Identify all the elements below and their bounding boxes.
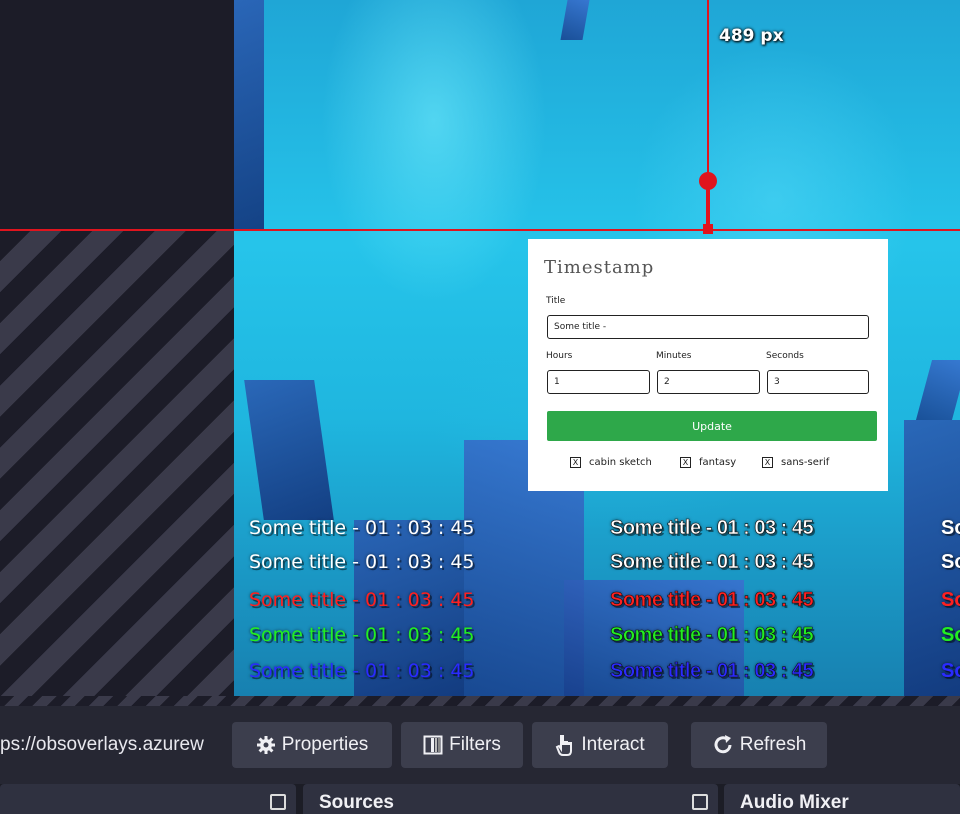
interact-button[interactable]: Interact — [532, 722, 668, 768]
properties-label: Properties — [281, 734, 369, 755]
checkbox-icon[interactable]: X — [680, 457, 691, 468]
sources-dock[interactable]: Sources — [303, 784, 718, 814]
bounding-box-handle[interactable] — [703, 224, 713, 234]
overlay-timestamp-text: Some title - 01 : 03 : 45 — [610, 517, 814, 540]
panel-title: Timestamp — [544, 257, 655, 278]
minutes-input[interactable]: 2 — [657, 370, 760, 394]
filter-icon — [423, 735, 443, 755]
preview-out-of-bounds — [0, 230, 234, 696]
source-url: ps://obsoverlays.azurew — [0, 734, 204, 755]
font-checkbox-sans-serif[interactable]: X sans-serif — [762, 457, 829, 468]
hand-pointer-icon — [555, 734, 575, 756]
minutes-input-value: 2 — [664, 377, 670, 387]
title-input-value: Some title - — [554, 322, 607, 332]
overlay-timestamp-text: Some title - 01 : 03 : 45 — [610, 660, 814, 683]
timestamp-panel: Timestamp Title Some title - Hours Minut… — [528, 239, 888, 491]
interact-label: Interact — [581, 734, 645, 755]
overlay-timestamp-text: So — [941, 589, 960, 611]
filters-label: Filters — [449, 734, 501, 755]
scene-ice — [560, 0, 590, 40]
overlay-timestamp-text: Some title - 01 : 03 : 45 — [249, 660, 475, 682]
overlay-timestamp-text: Some title - 01 : 03 : 45 — [249, 589, 475, 611]
overlay-timestamp-text: So — [941, 551, 960, 573]
transform-handle[interactable] — [699, 172, 717, 190]
update-button[interactable]: Update — [547, 411, 877, 441]
preview-out-of-bounds-bottom — [0, 696, 960, 706]
distance-label: 489 px — [719, 26, 784, 46]
title-label: Title — [546, 296, 566, 306]
overlay-timestamp-text: Some title - 01 : 03 : 45 — [610, 589, 814, 612]
checkbox-label: fantasy — [699, 457, 737, 468]
audio-mixer-dock-title: Audio Mixer — [740, 792, 849, 813]
overlay-timestamp-text: Some title - 01 : 03 : 45 — [249, 517, 475, 539]
hours-label: Hours — [546, 351, 573, 361]
refresh-button[interactable]: Refresh — [691, 722, 827, 768]
preview-background — [0, 0, 234, 230]
font-checkbox-fantasy[interactable]: X fantasy — [680, 457, 736, 468]
overlay-timestamp-text: Some title - 01 : 03 : 45 — [249, 624, 475, 646]
font-checkbox-cabin-sketch[interactable]: X cabin sketch — [570, 457, 652, 468]
hours-input-value: 1 — [554, 377, 560, 387]
overlay-timestamp-text: Some title - 01 : 03 : 45 — [610, 551, 814, 574]
scene-rock — [244, 380, 334, 520]
seconds-input-value: 3 — [774, 377, 780, 387]
sources-dock-title: Sources — [319, 792, 394, 813]
audio-mixer-dock[interactable]: Audio Mixer — [724, 784, 960, 814]
seconds-input[interactable]: 3 — [767, 370, 869, 394]
scenes-dock[interactable] — [0, 784, 296, 814]
overlay-timestamp-text: Some title - 01 : 03 : 45 — [610, 624, 814, 647]
checkbox-label: sans-serif — [781, 457, 830, 468]
minutes-label: Minutes — [656, 351, 692, 361]
properties-button[interactable]: Properties — [232, 722, 392, 768]
refresh-icon — [712, 734, 734, 756]
checkbox-icon[interactable]: X — [570, 457, 581, 468]
checkbox-icon[interactable]: X — [762, 457, 773, 468]
overlay-timestamp-text: So — [941, 517, 960, 539]
refresh-label: Refresh — [739, 734, 807, 755]
scene-rock — [915, 360, 960, 420]
hours-input[interactable]: 1 — [547, 370, 650, 394]
seconds-label: Seconds — [766, 351, 804, 361]
title-input[interactable]: Some title - — [547, 315, 869, 339]
overlay-timestamp-text: Some title - 01 : 03 : 45 — [249, 551, 475, 573]
checkbox-label: cabin sketch — [589, 457, 652, 468]
alignment-guide-horizontal — [0, 229, 960, 231]
gear-icon — [256, 735, 276, 755]
filters-button[interactable]: Filters — [401, 722, 523, 768]
scene-rock — [234, 0, 264, 230]
overlay-timestamp-text: So — [941, 660, 960, 682]
overlay-timestamp-text: So — [941, 624, 960, 646]
